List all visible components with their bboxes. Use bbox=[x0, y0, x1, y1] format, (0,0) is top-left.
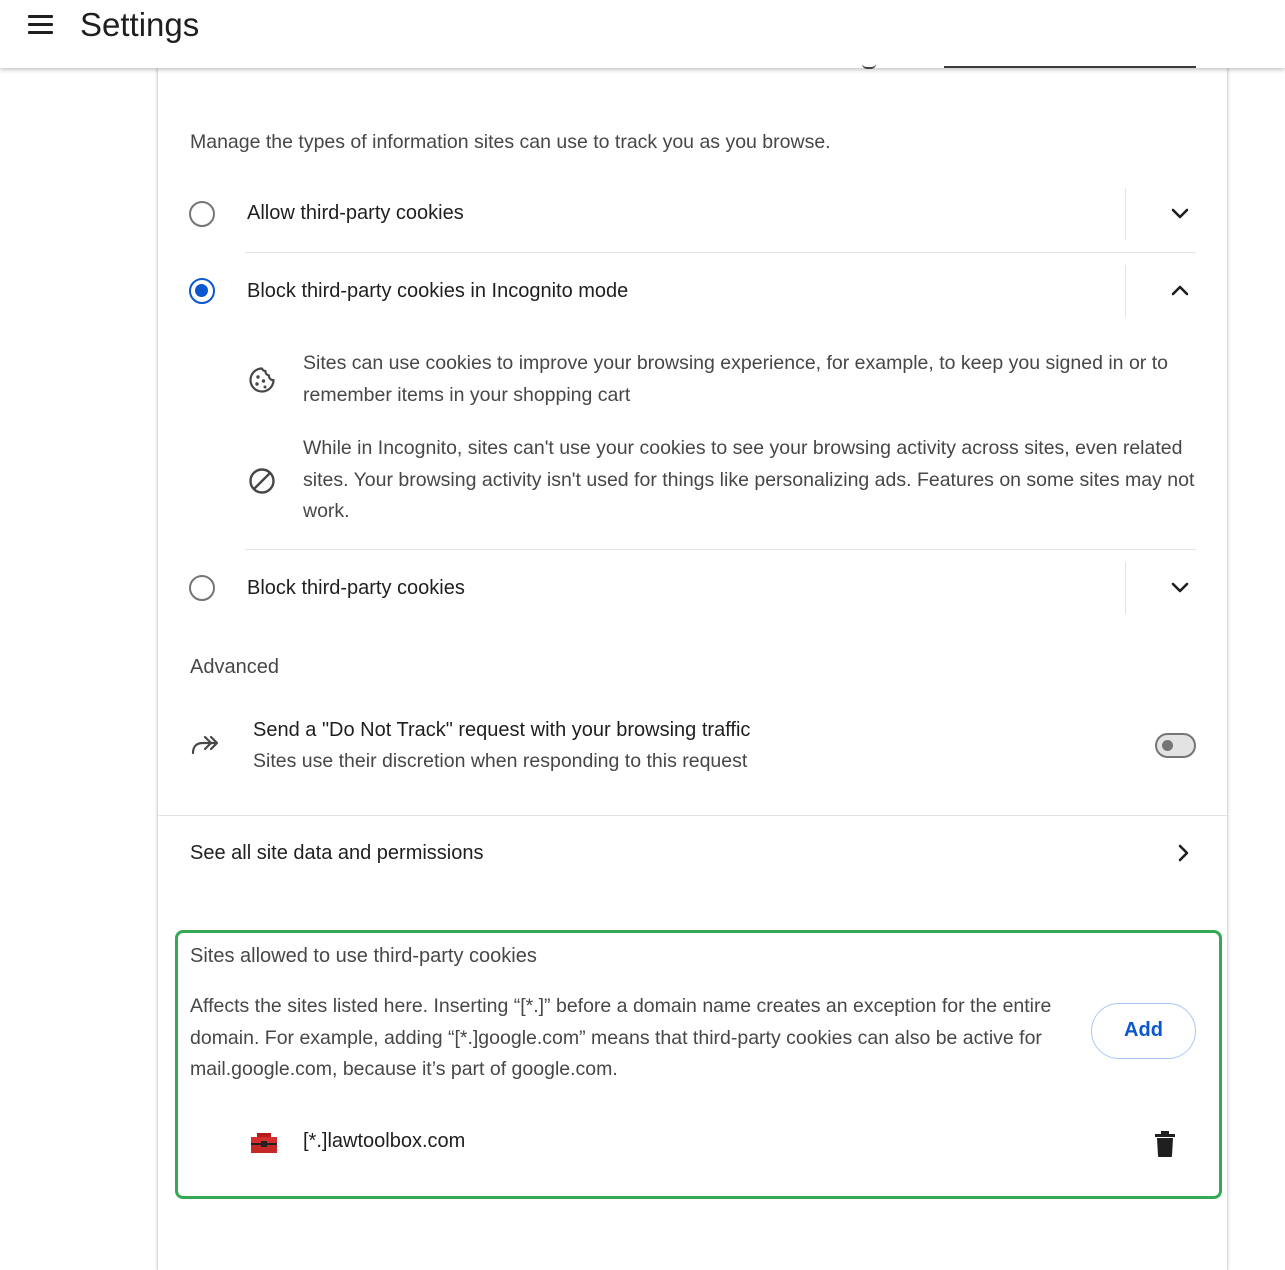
divider bbox=[1125, 188, 1126, 240]
add-site-button[interactable]: Add bbox=[1091, 1003, 1196, 1059]
hamburger-menu-icon[interactable] bbox=[26, 12, 56, 38]
allowed-site-name: [*.]lawtoolbox.com bbox=[303, 1130, 466, 1152]
radio-option-block-incognito[interactable]: Block third-party cookies in Incognito m… bbox=[160, 265, 1226, 317]
expand-chevron-down-icon[interactable] bbox=[1164, 572, 1196, 604]
divider bbox=[1125, 265, 1126, 317]
radio-option-allow-third-party[interactable]: Allow third-party cookies bbox=[160, 188, 1226, 240]
divider bbox=[1125, 562, 1126, 614]
page-title: Settings bbox=[80, 6, 200, 43]
cookie-icon bbox=[246, 364, 278, 396]
chevron-right-icon[interactable] bbox=[1168, 837, 1200, 869]
do-not-track-toggle[interactable] bbox=[1155, 733, 1196, 758]
incognito-detail-text: While in Incognito, sites can't use your… bbox=[303, 437, 1195, 522]
trash-icon[interactable] bbox=[1148, 1127, 1182, 1161]
radio-label: Block third-party cookies bbox=[247, 577, 465, 599]
radio-option-block-third-party[interactable]: Block third-party cookies bbox=[160, 562, 1226, 614]
allowed-sites-description: Affects the sites listed here. Inserting… bbox=[190, 995, 1052, 1080]
allowed-sites-title: Sites allowed to use third-party cookies bbox=[190, 945, 537, 967]
radio-button[interactable] bbox=[189, 201, 215, 227]
expand-chevron-down-icon[interactable] bbox=[1164, 198, 1196, 230]
app-header: Settings bbox=[0, 0, 1285, 68]
radio-label: Block third-party cookies in Incognito m… bbox=[247, 280, 629, 302]
radio-button-selected[interactable] bbox=[189, 278, 215, 304]
do-not-track-subtitle: Sites use their discretion when respondi… bbox=[253, 750, 748, 772]
cookies-description: Manage the types of information sites ca… bbox=[190, 131, 831, 153]
block-icon bbox=[246, 465, 278, 497]
radio-label: Allow third-party cookies bbox=[247, 202, 464, 224]
lawtoolbox-favicon bbox=[250, 1131, 278, 1155]
cookie-detail-text: Sites can use cookies to improve your br… bbox=[303, 352, 1168, 406]
do-not-track-arrow-icon bbox=[189, 730, 221, 762]
advanced-heading: Advanced bbox=[190, 656, 279, 678]
see-all-site-data-label: See all site data and permissions bbox=[190, 842, 484, 864]
divider bbox=[245, 549, 1196, 550]
allowed-site-row: [*.]lawtoolbox.com bbox=[240, 1115, 1200, 1171]
radio-button[interactable] bbox=[189, 575, 215, 601]
divider bbox=[245, 252, 1196, 253]
scrolled-content-underline bbox=[944, 66, 1196, 68]
do-not-track-title: Send a "Do Not Track" request with your … bbox=[253, 719, 751, 741]
collapse-chevron-up-icon[interactable] bbox=[1164, 275, 1196, 307]
